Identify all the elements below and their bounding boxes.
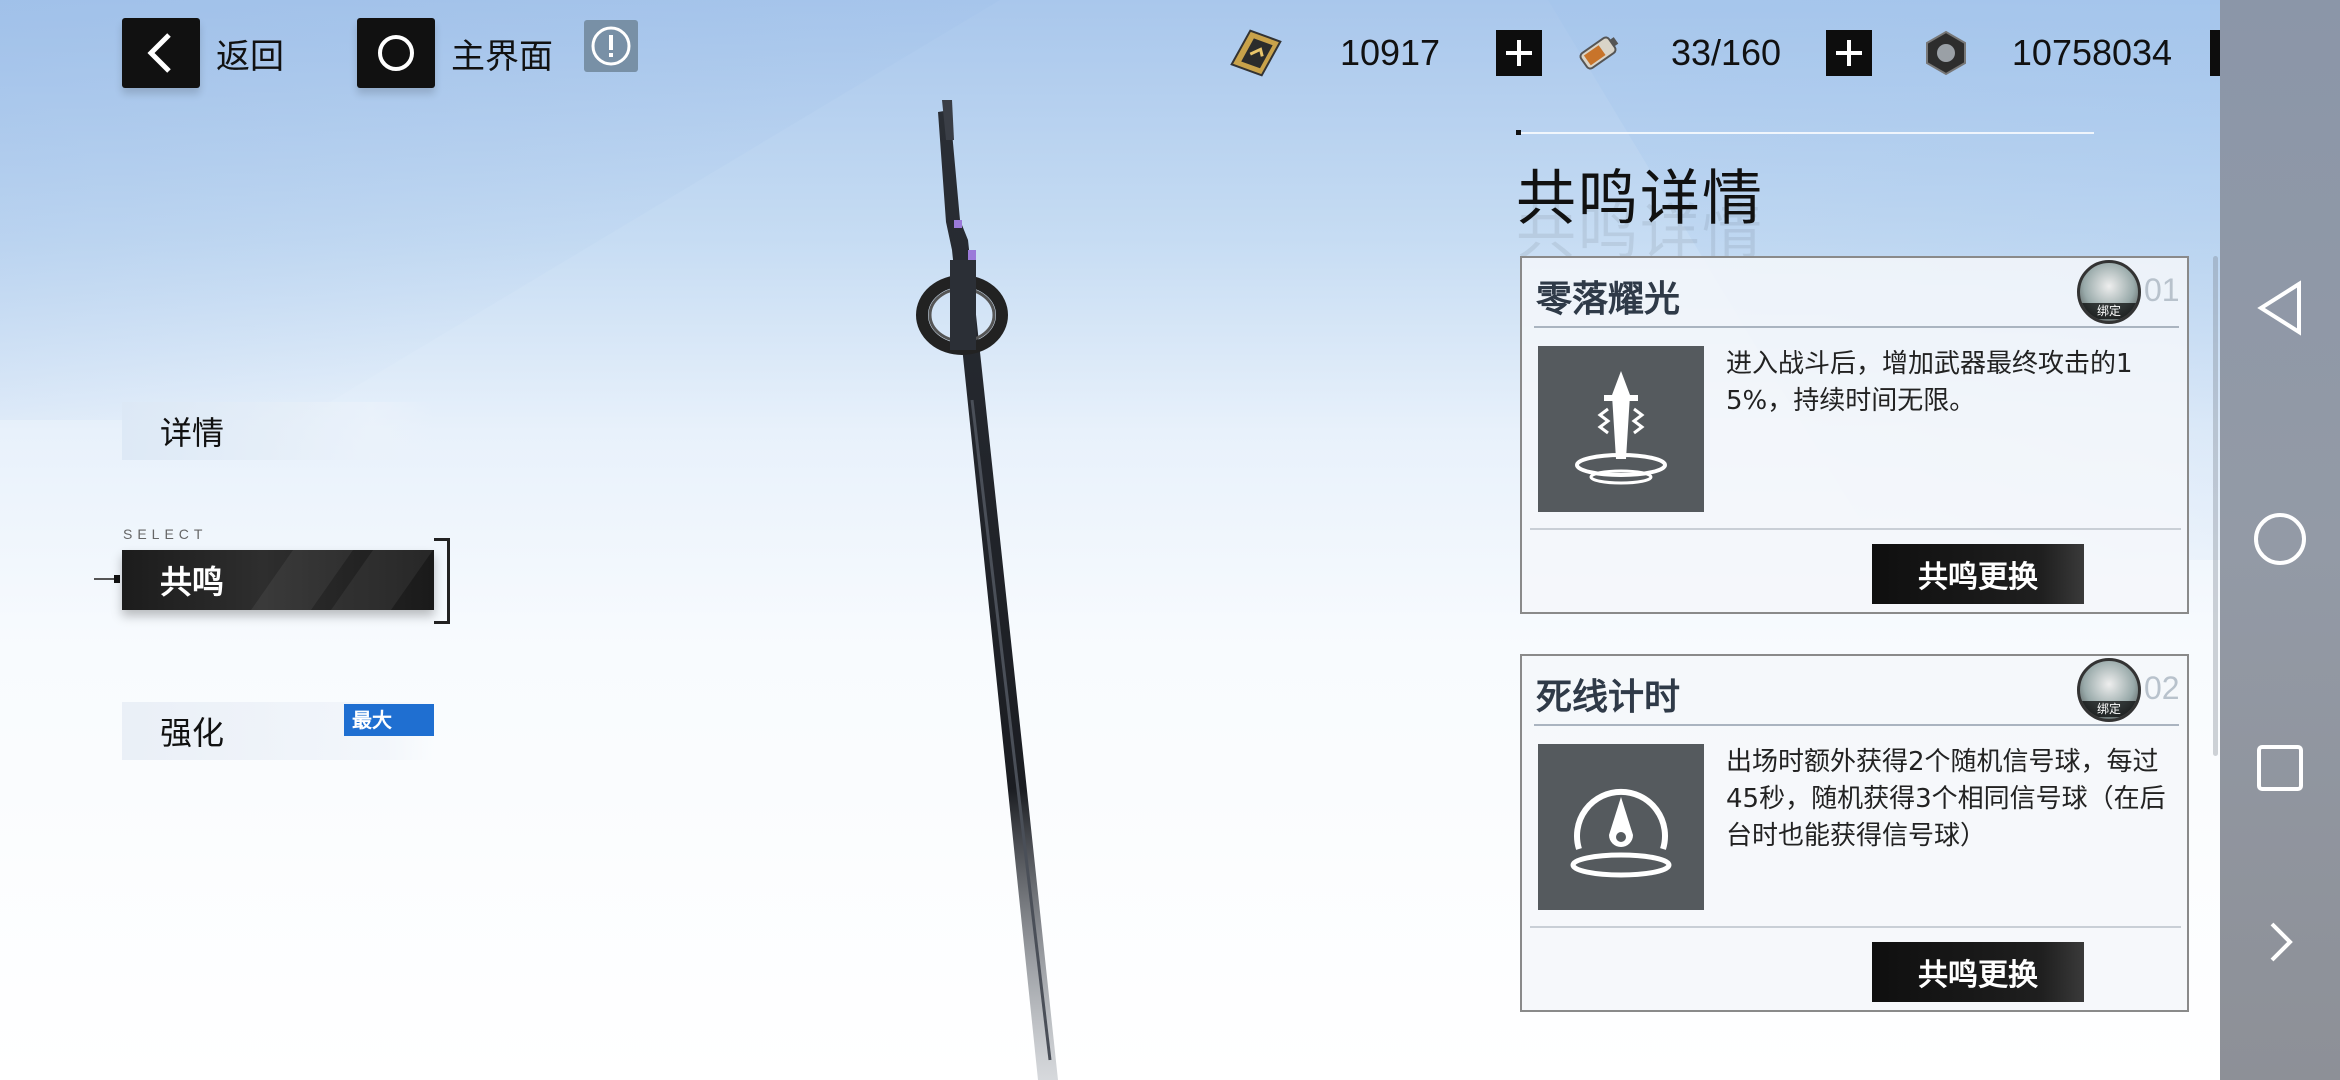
coins-value: 10758034 xyxy=(2011,32,2173,73)
plus-icon xyxy=(1836,40,1862,66)
nav-home-button[interactable] xyxy=(2250,509,2310,569)
resource-energy: 10917 xyxy=(1228,24,1542,82)
sword-glow-icon xyxy=(1538,346,1704,512)
card-number: 01 xyxy=(2144,272,2180,308)
card-header: 零落耀光 绑定 01 xyxy=(1534,258,2180,328)
bound-tag: 绑定 xyxy=(2080,303,2138,319)
resonance-card: 死线计时 绑定 02 出场时额外获得2个随机信号球，每过45秒，随机获得3个相同… xyxy=(1520,654,2189,1012)
select-label: SELECT xyxy=(123,526,208,542)
card-name: 零落耀光 xyxy=(1536,279,1681,320)
selection-bracket xyxy=(434,538,450,624)
card-description: 进入战斗后，增加武器最终攻击的15%，持续时间无限。 xyxy=(1726,349,2133,416)
exclamation-circle-icon xyxy=(591,26,631,66)
coin-nut-icon xyxy=(1918,25,1974,81)
card-separator xyxy=(1530,528,2181,530)
card-description: 出场时额外获得2个随机信号球，每过45秒，随机获得3个相同信号球（在后台时也能获… xyxy=(1726,747,2166,851)
square-recent-icon xyxy=(2257,745,2303,791)
energy-value: 10917 xyxy=(1339,32,1441,73)
battery-icon xyxy=(1570,25,1626,81)
panel-divider xyxy=(1516,132,2094,134)
nav-back-button[interactable] xyxy=(2250,278,2310,338)
card-header: 死线计时 绑定 02 xyxy=(1534,656,2180,726)
resonance-swap-button[interactable]: 共鸣更换 xyxy=(1872,942,2084,1002)
tab-details-label: 详情 xyxy=(160,414,225,452)
panel-title: 共鸣详情 xyxy=(1516,164,1764,234)
card-number: 02 xyxy=(2144,670,2180,706)
stamina-value: 33/160 xyxy=(1670,32,1782,73)
home-button[interactable]: 主界面 xyxy=(357,18,553,88)
triangle-back-icon xyxy=(2257,280,2301,336)
bound-tag: 绑定 xyxy=(2080,701,2138,717)
back-button[interactable]: 返回 xyxy=(122,18,284,88)
circle-icon xyxy=(357,18,435,88)
resonance-swap-button[interactable]: 共鸣更换 xyxy=(1872,544,2084,604)
plus-icon xyxy=(1506,40,1532,66)
energy-card-icon xyxy=(1228,25,1284,81)
nav-more-button[interactable] xyxy=(2250,912,2310,972)
avatar: 绑定 xyxy=(2077,658,2141,722)
tab-resonance[interactable]: 共鸣 xyxy=(122,550,434,610)
circle-home-icon xyxy=(2254,513,2306,565)
card-name: 死线计时 xyxy=(1536,677,1681,718)
resonance-card: 零落耀光 绑定 01 进入战斗后，增加武器最终攻击的15%，持续时间无限。 共鸣… xyxy=(1520,256,2189,614)
selection-pointer-dot xyxy=(114,575,120,583)
resource-coins: 10758034 xyxy=(1918,24,2256,82)
weapon-model xyxy=(916,100,1058,1080)
max-badge: 最大 xyxy=(344,704,434,736)
panel-divider-dot xyxy=(1516,130,1521,135)
add-stamina-button[interactable] xyxy=(1826,30,1872,76)
tab-enhance-label: 强化 xyxy=(160,714,225,752)
tab-details[interactable]: 详情 xyxy=(122,402,434,460)
system-nav-bar xyxy=(2220,0,2340,1080)
add-energy-button[interactable] xyxy=(1496,30,1542,76)
tab-resonance-label: 共鸣 xyxy=(160,563,225,601)
home-label: 主界面 xyxy=(451,36,553,77)
timer-drop-icon xyxy=(1538,744,1704,910)
chevron-left-icon xyxy=(122,18,200,88)
card-separator xyxy=(1530,926,2181,928)
chevron-right-icon xyxy=(2270,922,2293,962)
back-label: 返回 xyxy=(216,36,284,77)
resource-stamina: 33/160 xyxy=(1570,24,1872,82)
avatar: 绑定 xyxy=(2077,260,2141,324)
nav-recent-button[interactable] xyxy=(2250,738,2310,798)
panel-scrollbar[interactable] xyxy=(2213,256,2218,756)
info-button[interactable] xyxy=(584,20,638,72)
